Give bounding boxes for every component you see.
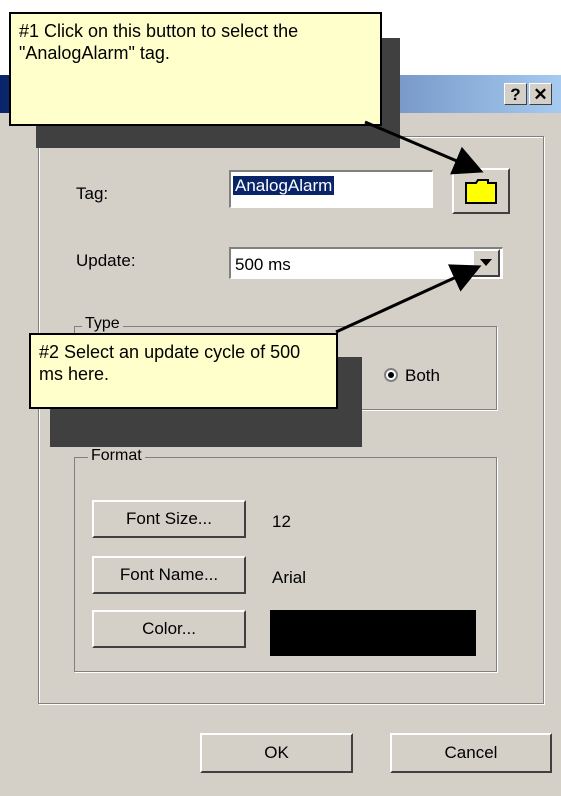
arrow-to-update-dropdown <box>335 264 482 334</box>
callout-arrows <box>335 120 484 334</box>
arrow-to-browse-button <box>364 120 484 175</box>
